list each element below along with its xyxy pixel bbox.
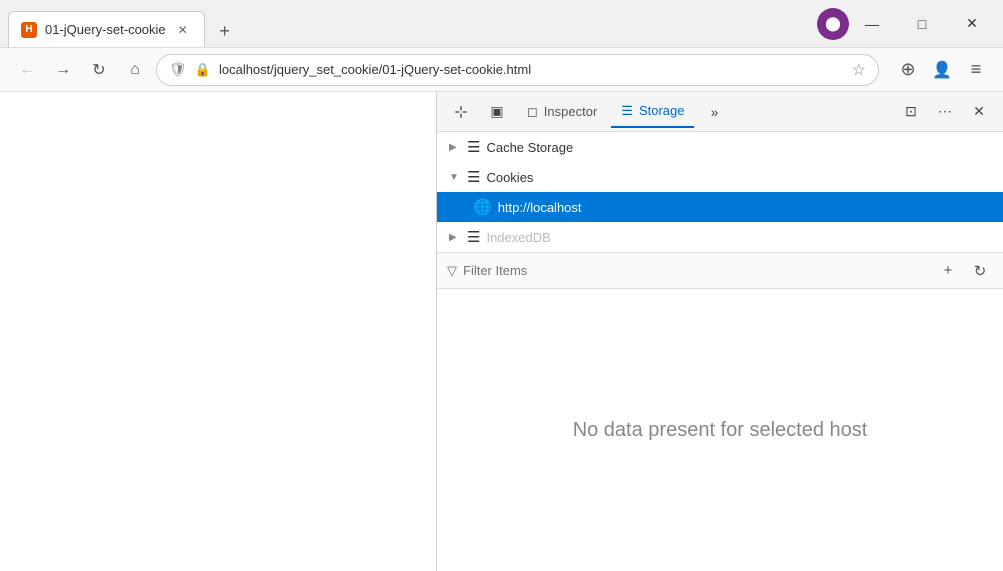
forward-button[interactable]: → [48,55,78,85]
nav-right-buttons: ⊕ 👤 ≡ [893,55,991,85]
filter-icon: ▽ [447,263,457,279]
filter-input[interactable] [463,263,929,278]
tree-item-cache-storage[interactable]: ▶ ☰ Cache Storage [437,132,1003,162]
storage-tab-label: Storage [639,103,685,118]
dock-icon: ⊡ [905,103,917,120]
cookies-icon: ☰ [467,168,480,186]
new-tab-button[interactable]: + [209,15,241,47]
main-area: ⊹ ▣ ◻ Inspector ☰ Storage » [0,92,1003,571]
reload-icon: ↻ [92,60,105,80]
no-data-area: No data present for selected host [437,289,1003,571]
pick-element-button[interactable]: ⊹ [445,96,477,128]
globe-icon: 🌐 [473,198,492,216]
inspector-tab-icon: ◻ [527,104,538,120]
minimize-button[interactable]: — [849,9,895,39]
cache-storage-label: Cache Storage [486,140,573,155]
devtools-toolbar: ⊹ ▣ ◻ Inspector ☰ Storage » [437,92,1003,132]
storage-tree: ▶ ☰ Cache Storage ▼ ☰ Cookies 🌐 http://l… [437,132,1003,253]
pick-icon: ⊹ [454,102,467,122]
page-content [0,92,436,571]
tab-title: 01-jQuery-set-cookie [45,22,166,37]
no-data-message: No data present for selected host [573,419,868,442]
devtools-close-button[interactable]: ✕ [963,96,995,128]
tab-favicon: H [21,22,37,38]
address-icons: ☆ [852,60,866,80]
tab-inspector[interactable]: ◻ Inspector [517,96,607,128]
options-button[interactable]: ⋯ [929,96,961,128]
tree-item-indexeddb[interactable]: ▶ ☰ IndexedDB [437,222,1003,252]
cache-storage-icon: ☰ [467,138,480,156]
add-item-button[interactable]: + [935,258,961,284]
title-bar: H 01-jQuery-set-cookie ✕ + ⬤ — □ ✕ [0,0,1003,48]
indexeddb-arrow: ▶ [449,232,461,243]
hamburger-icon: ≡ [971,59,982,80]
tab-close-button[interactable]: ✕ [174,21,192,39]
refresh-icon: ↻ [974,262,987,280]
cookies-label: Cookies [486,170,533,185]
pocket-button[interactable]: ⊕ [893,55,923,85]
bookmark-icon[interactable]: ☆ [852,60,866,80]
devtools-right-controls: ⊡ ⋯ ✕ [895,96,995,128]
profile-avatar[interactable]: ⬤ [817,8,849,40]
home-button[interactable]: ⌂ [120,55,150,85]
indexeddb-icon: ☰ [467,228,480,246]
add-icon: + [944,262,953,279]
forward-icon: → [55,61,71,79]
more-tools-button[interactable]: » [698,96,730,128]
cache-storage-arrow: ▶ [449,142,461,153]
options-icon: ⋯ [938,103,952,120]
maximize-button[interactable]: □ [899,9,945,39]
more-icon: » [711,104,719,120]
window-controls: — □ ✕ [849,9,995,39]
lock-icon: 🔒 [195,62,211,78]
filter-bar: ▽ + ↻ [437,253,1003,289]
localhost-label: http://localhost [498,200,582,215]
account-icon: 👤 [932,60,952,80]
tree-item-cookies[interactable]: ▼ ☰ Cookies [437,162,1003,192]
inspector-tab-label: Inspector [544,104,597,119]
navigation-bar: ← → ↻ ⌂ 🛡 🔒 localhost/jquery_set_cookie/… [0,48,1003,92]
home-icon: ⌂ [130,61,140,79]
account-button[interactable]: 👤 [927,55,957,85]
indexeddb-label: IndexedDB [486,230,550,245]
cookies-arrow: ▼ [449,172,461,183]
address-bar[interactable]: 🛡 🔒 localhost/jquery_set_cookie/01-jQuer… [156,54,879,86]
close-icon: ✕ [973,103,985,120]
tree-item-localhost[interactable]: 🌐 http://localhost [437,192,1003,222]
back-icon: ← [19,61,35,79]
dock-button[interactable]: ⊡ [895,96,927,128]
refresh-button[interactable]: ↻ [967,258,993,284]
avatar-icon: ⬤ [825,15,841,32]
devtools-panel: ⊹ ▣ ◻ Inspector ☰ Storage » [436,92,1003,571]
active-tab[interactable]: H 01-jQuery-set-cookie ✕ [8,11,205,47]
tab-storage[interactable]: ☰ Storage [611,96,694,128]
browser-frame: H 01-jQuery-set-cookie ✕ + ⬤ — □ ✕ ← → ↻ [0,0,1003,571]
shield-icon: 🛡 [169,61,187,78]
pocket-icon: ⊕ [900,59,915,80]
storage-tab-icon: ☰ [621,103,633,119]
menu-button[interactable]: ≡ [961,55,991,85]
url-text: localhost/jquery_set_cookie/01-jQuery-se… [219,62,844,77]
close-button[interactable]: ✕ [949,9,995,39]
back-button[interactable]: ← [12,55,42,85]
frames-icon: ▣ [490,103,503,120]
frames-button[interactable]: ▣ [481,96,513,128]
tab-area: H 01-jQuery-set-cookie ✕ + [8,0,817,47]
reload-button[interactable]: ↻ [84,55,114,85]
